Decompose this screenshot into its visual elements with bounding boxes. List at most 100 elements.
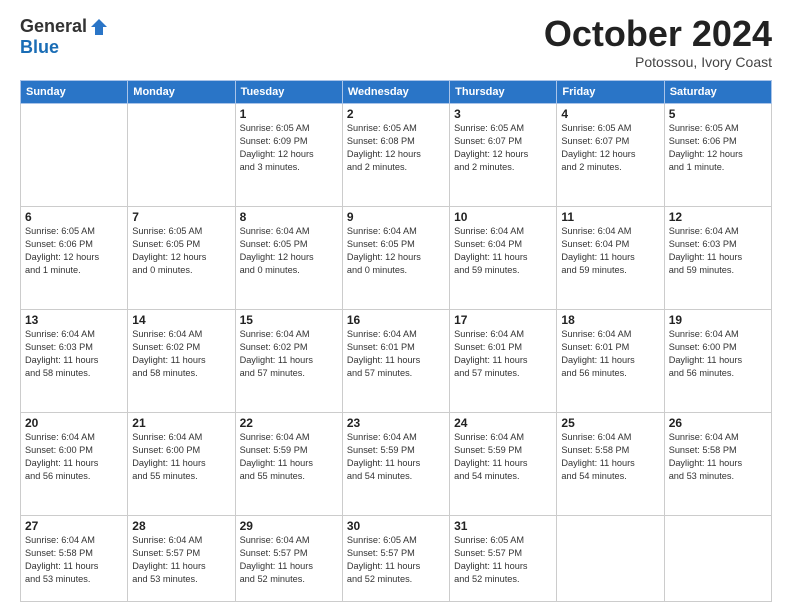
calendar-cell: 20Sunrise: 6:04 AM Sunset: 6:00 PM Dayli…: [21, 412, 128, 515]
day-info: Sunrise: 6:05 AM Sunset: 6:07 PM Dayligh…: [454, 122, 552, 174]
calendar-week-row: 6Sunrise: 6:05 AM Sunset: 6:06 PM Daylig…: [21, 206, 772, 309]
calendar-week-row: 27Sunrise: 6:04 AM Sunset: 5:58 PM Dayli…: [21, 515, 772, 601]
calendar-cell: 12Sunrise: 6:04 AM Sunset: 6:03 PM Dayli…: [664, 206, 771, 309]
page: General Blue October 2024 Potossou, Ivor…: [0, 0, 792, 612]
calendar-cell: [21, 104, 128, 207]
day-info: Sunrise: 6:04 AM Sunset: 5:58 PM Dayligh…: [25, 534, 123, 586]
logo-general-text: General: [20, 16, 87, 37]
calendar-cell: 2Sunrise: 6:05 AM Sunset: 6:08 PM Daylig…: [342, 104, 449, 207]
location: Potossou, Ivory Coast: [544, 54, 772, 70]
day-number: 19: [669, 313, 767, 327]
day-info: Sunrise: 6:05 AM Sunset: 5:57 PM Dayligh…: [347, 534, 445, 586]
day-number: 2: [347, 107, 445, 121]
calendar-cell: 3Sunrise: 6:05 AM Sunset: 6:07 PM Daylig…: [450, 104, 557, 207]
calendar-cell: 10Sunrise: 6:04 AM Sunset: 6:04 PM Dayli…: [450, 206, 557, 309]
calendar-cell: 29Sunrise: 6:04 AM Sunset: 5:57 PM Dayli…: [235, 515, 342, 601]
day-number: 27: [25, 519, 123, 533]
day-number: 22: [240, 416, 338, 430]
calendar-cell: 13Sunrise: 6:04 AM Sunset: 6:03 PM Dayli…: [21, 309, 128, 412]
day-info: Sunrise: 6:04 AM Sunset: 6:02 PM Dayligh…: [240, 328, 338, 380]
calendar-week-row: 1Sunrise: 6:05 AM Sunset: 6:09 PM Daylig…: [21, 104, 772, 207]
day-number: 7: [132, 210, 230, 224]
day-number: 26: [669, 416, 767, 430]
day-number: 17: [454, 313, 552, 327]
day-number: 6: [25, 210, 123, 224]
day-number: 20: [25, 416, 123, 430]
day-number: 25: [561, 416, 659, 430]
day-number: 8: [240, 210, 338, 224]
calendar-cell: 8Sunrise: 6:04 AM Sunset: 6:05 PM Daylig…: [235, 206, 342, 309]
calendar-cell: 16Sunrise: 6:04 AM Sunset: 6:01 PM Dayli…: [342, 309, 449, 412]
day-info: Sunrise: 6:05 AM Sunset: 6:09 PM Dayligh…: [240, 122, 338, 174]
calendar-cell: 22Sunrise: 6:04 AM Sunset: 5:59 PM Dayli…: [235, 412, 342, 515]
calendar-week-row: 20Sunrise: 6:04 AM Sunset: 6:00 PM Dayli…: [21, 412, 772, 515]
day-number: 23: [347, 416, 445, 430]
day-number: 28: [132, 519, 230, 533]
day-info: Sunrise: 6:04 AM Sunset: 6:05 PM Dayligh…: [240, 225, 338, 277]
day-number: 12: [669, 210, 767, 224]
day-info: Sunrise: 6:05 AM Sunset: 6:08 PM Dayligh…: [347, 122, 445, 174]
calendar-header-row: SundayMondayTuesdayWednesdayThursdayFrid…: [21, 81, 772, 104]
day-of-week-header: Sunday: [21, 81, 128, 104]
calendar-cell: 31Sunrise: 6:05 AM Sunset: 5:57 PM Dayli…: [450, 515, 557, 601]
day-of-week-header: Tuesday: [235, 81, 342, 104]
calendar-cell: 1Sunrise: 6:05 AM Sunset: 6:09 PM Daylig…: [235, 104, 342, 207]
day-info: Sunrise: 6:04 AM Sunset: 6:00 PM Dayligh…: [132, 431, 230, 483]
day-of-week-header: Saturday: [664, 81, 771, 104]
day-number: 15: [240, 313, 338, 327]
day-info: Sunrise: 6:04 AM Sunset: 6:00 PM Dayligh…: [25, 431, 123, 483]
day-info: Sunrise: 6:05 AM Sunset: 6:06 PM Dayligh…: [669, 122, 767, 174]
day-info: Sunrise: 6:04 AM Sunset: 5:59 PM Dayligh…: [347, 431, 445, 483]
day-info: Sunrise: 6:04 AM Sunset: 5:58 PM Dayligh…: [561, 431, 659, 483]
day-info: Sunrise: 6:04 AM Sunset: 6:04 PM Dayligh…: [454, 225, 552, 277]
calendar-cell: 7Sunrise: 6:05 AM Sunset: 6:05 PM Daylig…: [128, 206, 235, 309]
day-info: Sunrise: 6:05 AM Sunset: 6:06 PM Dayligh…: [25, 225, 123, 277]
calendar-cell: 4Sunrise: 6:05 AM Sunset: 6:07 PM Daylig…: [557, 104, 664, 207]
day-info: Sunrise: 6:04 AM Sunset: 5:59 PM Dayligh…: [240, 431, 338, 483]
header-right: October 2024 Potossou, Ivory Coast: [544, 16, 772, 70]
calendar-cell: 6Sunrise: 6:05 AM Sunset: 6:06 PM Daylig…: [21, 206, 128, 309]
calendar-cell: 24Sunrise: 6:04 AM Sunset: 5:59 PM Dayli…: [450, 412, 557, 515]
calendar-cell: 11Sunrise: 6:04 AM Sunset: 6:04 PM Dayli…: [557, 206, 664, 309]
day-number: 4: [561, 107, 659, 121]
day-number: 30: [347, 519, 445, 533]
calendar-cell: 26Sunrise: 6:04 AM Sunset: 5:58 PM Dayli…: [664, 412, 771, 515]
day-info: Sunrise: 6:04 AM Sunset: 6:00 PM Dayligh…: [669, 328, 767, 380]
day-info: Sunrise: 6:04 AM Sunset: 6:04 PM Dayligh…: [561, 225, 659, 277]
day-number: 21: [132, 416, 230, 430]
day-info: Sunrise: 6:04 AM Sunset: 5:57 PM Dayligh…: [240, 534, 338, 586]
day-number: 9: [347, 210, 445, 224]
day-info: Sunrise: 6:05 AM Sunset: 6:07 PM Dayligh…: [561, 122, 659, 174]
day-number: 1: [240, 107, 338, 121]
day-number: 10: [454, 210, 552, 224]
day-of-week-header: Monday: [128, 81, 235, 104]
calendar-table: SundayMondayTuesdayWednesdayThursdayFrid…: [20, 80, 772, 602]
logo-icon: [89, 17, 109, 37]
calendar-cell: 30Sunrise: 6:05 AM Sunset: 5:57 PM Dayli…: [342, 515, 449, 601]
day-info: Sunrise: 6:04 AM Sunset: 6:01 PM Dayligh…: [561, 328, 659, 380]
day-info: Sunrise: 6:04 AM Sunset: 6:05 PM Dayligh…: [347, 225, 445, 277]
calendar-cell: [128, 104, 235, 207]
day-of-week-header: Friday: [557, 81, 664, 104]
logo-blue-text: Blue: [20, 37, 59, 58]
day-info: Sunrise: 6:05 AM Sunset: 6:05 PM Dayligh…: [132, 225, 230, 277]
month-title: October 2024: [544, 16, 772, 52]
day-info: Sunrise: 6:04 AM Sunset: 5:58 PM Dayligh…: [669, 431, 767, 483]
calendar-cell: 25Sunrise: 6:04 AM Sunset: 5:58 PM Dayli…: [557, 412, 664, 515]
day-number: 11: [561, 210, 659, 224]
calendar-cell: 23Sunrise: 6:04 AM Sunset: 5:59 PM Dayli…: [342, 412, 449, 515]
calendar-cell: 15Sunrise: 6:04 AM Sunset: 6:02 PM Dayli…: [235, 309, 342, 412]
day-number: 3: [454, 107, 552, 121]
day-number: 18: [561, 313, 659, 327]
day-info: Sunrise: 6:04 AM Sunset: 5:59 PM Dayligh…: [454, 431, 552, 483]
calendar-cell: 9Sunrise: 6:04 AM Sunset: 6:05 PM Daylig…: [342, 206, 449, 309]
calendar-cell: 27Sunrise: 6:04 AM Sunset: 5:58 PM Dayli…: [21, 515, 128, 601]
calendar-cell: [557, 515, 664, 601]
calendar-cell: 14Sunrise: 6:04 AM Sunset: 6:02 PM Dayli…: [128, 309, 235, 412]
day-info: Sunrise: 6:04 AM Sunset: 6:02 PM Dayligh…: [132, 328, 230, 380]
day-number: 13: [25, 313, 123, 327]
calendar-cell: 28Sunrise: 6:04 AM Sunset: 5:57 PM Dayli…: [128, 515, 235, 601]
day-info: Sunrise: 6:04 AM Sunset: 6:01 PM Dayligh…: [347, 328, 445, 380]
calendar-cell: 17Sunrise: 6:04 AM Sunset: 6:01 PM Dayli…: [450, 309, 557, 412]
day-number: 16: [347, 313, 445, 327]
